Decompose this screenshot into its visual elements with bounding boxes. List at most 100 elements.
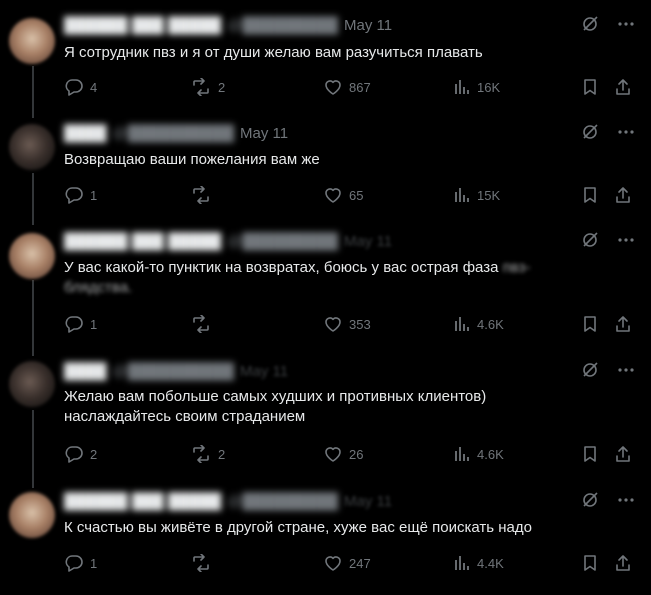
bookmark-icon <box>582 186 598 204</box>
tweet-top-actions <box>581 491 635 509</box>
bookmark-button[interactable] <box>582 314 598 334</box>
tweet-date[interactable]: May 11 <box>344 493 392 510</box>
bookmark-button[interactable] <box>582 553 598 573</box>
avatar[interactable] <box>9 233 55 279</box>
more-icon[interactable] <box>617 361 635 379</box>
like-button[interactable]: 353 <box>323 314 371 334</box>
views-button[interactable]: 4.4K <box>453 553 504 573</box>
bookmark-icon <box>582 554 598 572</box>
grok-icon[interactable] <box>581 123 599 141</box>
more-icon[interactable] <box>617 15 635 33</box>
more-icon[interactable] <box>617 123 635 141</box>
share-button[interactable] <box>614 314 632 334</box>
tweet-date[interactable]: May 11 <box>240 125 288 142</box>
views-button[interactable]: 4.6K <box>453 444 504 464</box>
tweet[interactable]: ████ @██████████ May 11 Желаю вам поболь… <box>0 361 651 471</box>
like-button[interactable]: 867 <box>323 77 371 97</box>
views-button[interactable]: 15K <box>453 185 500 205</box>
like-icon <box>323 186 343 204</box>
bookmark-icon <box>582 78 598 96</box>
author-handle-redacted[interactable]: @█████████ <box>227 17 338 34</box>
share-button[interactable] <box>614 553 632 573</box>
tweet[interactable]: ██████ ███ █████ @█████████ May 11 У вас… <box>0 231 651 341</box>
like-icon <box>323 78 343 96</box>
reply-button[interactable]: 1 <box>64 553 97 573</box>
tweet-text: К счастью вы живёте в другой стране, хуж… <box>64 518 584 538</box>
bookmark-icon <box>582 445 598 463</box>
repost-button[interactable] <box>190 185 218 205</box>
avatar[interactable] <box>9 18 55 64</box>
tweet-date[interactable]: May 11 <box>240 363 288 380</box>
views-icon <box>453 78 471 96</box>
share-button[interactable] <box>614 185 632 205</box>
views-icon <box>453 186 471 204</box>
share-button[interactable] <box>614 444 632 464</box>
repost-icon <box>190 554 212 572</box>
bookmark-icon <box>582 315 598 333</box>
author-name-redacted[interactable]: ██████ ███ █████ <box>64 17 221 34</box>
avatar[interactable] <box>9 361 55 407</box>
author-name-redacted[interactable]: ██████ ███ █████ <box>64 493 221 510</box>
avatar[interactable] <box>9 124 55 170</box>
views-button[interactable]: 4.6K <box>453 314 504 334</box>
grok-icon[interactable] <box>581 361 599 379</box>
author-handle-redacted[interactable]: @██████████ <box>113 125 235 142</box>
grok-icon[interactable] <box>581 15 599 33</box>
author-name-redacted[interactable]: ████ <box>64 125 107 142</box>
tweet-top-actions <box>581 361 635 379</box>
like-button[interactable]: 65 <box>323 185 363 205</box>
repost-icon <box>190 445 212 463</box>
repost-button[interactable] <box>190 314 218 334</box>
repost-button[interactable]: 2 <box>190 444 225 464</box>
tweet[interactable]: ██████ ███ █████ @█████████ May 11 К сча… <box>0 491 651 586</box>
share-button[interactable] <box>614 77 632 97</box>
bookmark-button[interactable] <box>582 185 598 205</box>
grok-icon[interactable] <box>581 491 599 509</box>
tweet-text: Желаю вам побольше самых худших и против… <box>64 387 544 427</box>
views-icon <box>453 315 471 333</box>
reply-icon <box>64 186 84 204</box>
tweet-header: ████ @██████████ May 11 <box>64 361 288 381</box>
reply-button[interactable]: 4 <box>64 77 97 97</box>
share-icon <box>614 554 632 572</box>
views-count: 4.6K <box>477 446 504 462</box>
bookmark-button[interactable] <box>582 77 598 97</box>
like-icon <box>323 445 343 463</box>
avatar[interactable] <box>9 492 55 538</box>
bookmark-button[interactable] <box>582 444 598 464</box>
like-button[interactable]: 26 <box>323 444 363 464</box>
reply-count: 4 <box>90 79 98 95</box>
like-button[interactable]: 247 <box>323 553 371 573</box>
author-name-redacted[interactable]: ██████ ███ █████ <box>64 233 221 250</box>
views-button[interactable]: 16K <box>453 77 500 97</box>
author-handle-redacted[interactable]: @██████████ <box>113 363 235 380</box>
repost-button[interactable]: 2 <box>190 77 225 97</box>
reply-button[interactable]: 1 <box>64 185 97 205</box>
tweet-text-main: У вас какой-то пунктик на возвратах, бою… <box>64 259 503 276</box>
tweet-text-main: К счастью вы живёте в другой стране, хуж… <box>64 519 532 536</box>
author-handle-redacted[interactable]: @█████████ <box>227 233 338 250</box>
more-icon[interactable] <box>617 491 635 509</box>
tweet-actions: 1 65 15K <box>0 185 651 205</box>
grok-icon[interactable] <box>581 231 599 249</box>
views-icon <box>453 554 471 572</box>
author-name-redacted[interactable]: ████ <box>64 363 107 380</box>
tweet-text-main: Возвращаю ваши пожелания вам же <box>64 151 320 168</box>
author-handle-redacted[interactable]: @█████████ <box>227 493 338 510</box>
reply-icon <box>64 554 84 572</box>
tweet-actions: 1 247 4.4K <box>0 553 651 573</box>
tweet-date[interactable]: May 11 <box>344 17 392 34</box>
like-icon <box>323 315 343 333</box>
tweet[interactable]: ██████ ███ █████ @█████████ May 11 Я сот… <box>0 15 651 105</box>
tweet-header: ██████ ███ █████ @█████████ May 11 <box>64 15 392 35</box>
repost-button[interactable] <box>190 553 218 573</box>
more-icon[interactable] <box>617 231 635 249</box>
reply-button[interactable]: 2 <box>64 444 97 464</box>
tweet-header: ██████ ███ █████ @█████████ May 11 <box>64 491 392 511</box>
tweet[interactable]: ████ @██████████ May 11 Возвращаю ваши п… <box>0 123 651 213</box>
views-count: 4.4K <box>477 555 504 571</box>
like-icon <box>323 554 343 572</box>
tweet-date[interactable]: May 11 <box>344 233 392 250</box>
reply-button[interactable]: 1 <box>64 314 97 334</box>
reply-count: 1 <box>90 187 98 203</box>
